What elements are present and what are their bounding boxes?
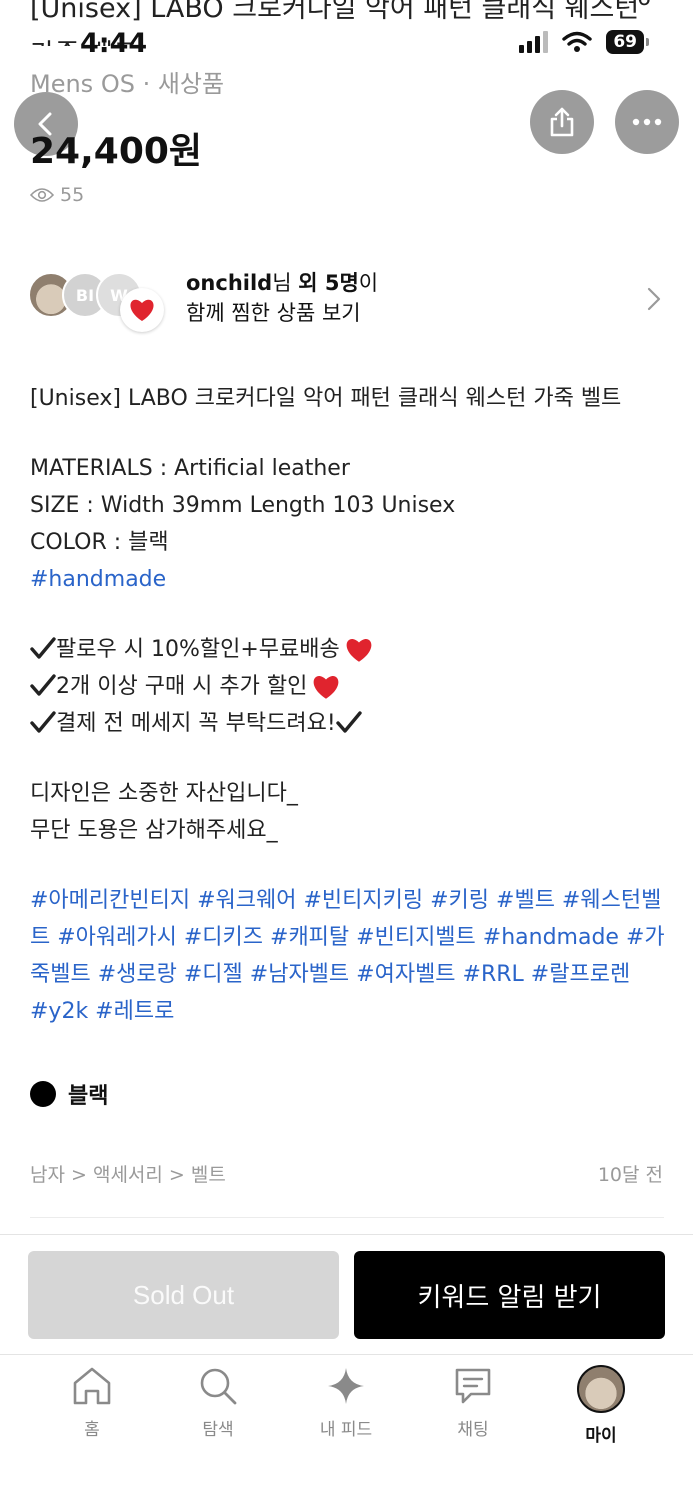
heart-badge <box>120 288 164 332</box>
note-line-1: 디자인은 소중한 자산입니다_ <box>30 781 298 806</box>
tab-home-label: 홈 <box>84 1420 100 1440</box>
hashtag-links[interactable]: #아메리칸빈티지 #워크웨어 #빈티지키링 #키링 #벨트 #웨스턴벨트 #아워… <box>30 882 670 1030</box>
avatar <box>577 1365 625 1413</box>
status-icons: 69 <box>519 30 649 54</box>
keyword-alert-button[interactable]: 키워드 알림 받기 <box>354 1251 665 1339</box>
sparkle-icon <box>328 1368 364 1404</box>
tab-search[interactable]: 탐색 <box>158 1365 278 1455</box>
more-dots-icon <box>632 118 662 126</box>
tab-home[interactable]: 홈 <box>32 1365 152 1455</box>
checkmark-icon <box>30 674 56 696</box>
checkmark-icon <box>30 637 56 659</box>
description-materials: MATERIALS : Artificial leather <box>30 456 350 481</box>
search-icon <box>200 1368 237 1405</box>
tab-chat[interactable]: 채팅 <box>413 1365 533 1455</box>
eye-icon <box>30 188 54 202</box>
tab-chat-label: 채팅 <box>457 1420 489 1440</box>
share-button[interactable] <box>530 90 594 154</box>
bottom-tab-bar: 홈 탐색 내 피드 채팅 마이 <box>0 1354 693 1500</box>
cellular-signal-icon <box>519 31 549 53</box>
scrolled-title-peek-right: 6 <box>637 0 651 11</box>
tab-my-label: 마이 <box>585 1426 617 1446</box>
description-tag-link[interactable]: #handmade <box>30 561 670 598</box>
divider <box>30 1217 664 1218</box>
heart-icon <box>130 299 154 321</box>
liker-others-count: 외 5명 <box>298 271 359 295</box>
category-breadcrumb[interactable]: 남자 > 액세서리 > 벨트 <box>30 1160 226 1187</box>
sold-out-button[interactable]: Sold Out <box>28 1251 339 1339</box>
heart-icon <box>314 676 339 699</box>
checkmark-icon <box>335 711 362 733</box>
more-options-button[interactable] <box>615 90 679 154</box>
likers-row[interactable]: BI W onchild님 외 5명이 함께 찜한 상품 보기 <box>28 268 668 332</box>
note-line-2: 무단 도용은 삼가해주세요_ <box>30 818 278 843</box>
likers-text: onchild님 외 5명이 함께 찜한 상품 보기 <box>186 268 378 328</box>
color-option: 블랙 <box>30 1078 108 1110</box>
description-color: COLOR : 블랙 <box>30 530 169 555</box>
liker-avatars: BI W <box>28 272 178 332</box>
color-option-label: 블랙 <box>68 1084 109 1109</box>
likers-subtitle: 함께 찜한 상품 보기 <box>186 301 361 325</box>
description-size: SIZE : Width 39mm Length 103 Unisex <box>30 493 456 518</box>
heart-icon <box>346 639 372 662</box>
liker-username: onchild <box>186 271 273 295</box>
battery-level: 69 <box>606 30 644 54</box>
color-swatch <box>30 1081 56 1107</box>
share-icon <box>550 107 574 137</box>
liker-suffix: 님 <box>272 271 299 295</box>
store-condition-line: Mens OS · 새상품 <box>30 64 224 99</box>
liker-suffix-2: 이 <box>358 271 379 295</box>
product-price: 24,400원 <box>30 131 203 172</box>
description-title: [Unisex] LABO 크로커다일 악어 패턴 클래식 웨스턴 가죽 벨트 <box>30 386 622 411</box>
home-icon <box>73 1367 111 1405</box>
status-time: 4:44 <box>80 28 148 59</box>
separator: · <box>134 70 158 98</box>
battery-icon: 69 <box>606 30 649 54</box>
action-bar: Sold Out 키워드 알림 받기 <box>0 1234 693 1354</box>
view-count: 55 <box>30 184 84 206</box>
posted-time: 10달 전 <box>597 1164 663 1186</box>
checkmark-icon <box>30 711 56 733</box>
chevron-right-icon <box>647 287 661 311</box>
wifi-icon <box>562 31 593 52</box>
check-line-3: 결제 전 메세지 꼭 부탁드려요! <box>30 705 670 742</box>
tab-my[interactable]: 마이 <box>541 1365 661 1455</box>
tab-feed[interactable]: 내 피드 <box>286 1365 406 1455</box>
tab-search-label: 탐색 <box>202 1420 234 1440</box>
tab-feed-label: 내 피드 <box>319 1420 373 1440</box>
chat-bubble-icon <box>455 1368 491 1404</box>
check-line-2: 2개 이상 구매 시 추가 할인 <box>30 668 670 705</box>
check-line-1: 팔로우 시 10%할인+무료배송 <box>30 631 670 668</box>
view-count-value: 55 <box>60 184 85 206</box>
condition-label: 새상품 <box>157 70 225 98</box>
product-description: [Unisex] LABO 크로커다일 악어 패턴 클래식 웨스턴 가죽 벨트 … <box>30 380 670 1030</box>
